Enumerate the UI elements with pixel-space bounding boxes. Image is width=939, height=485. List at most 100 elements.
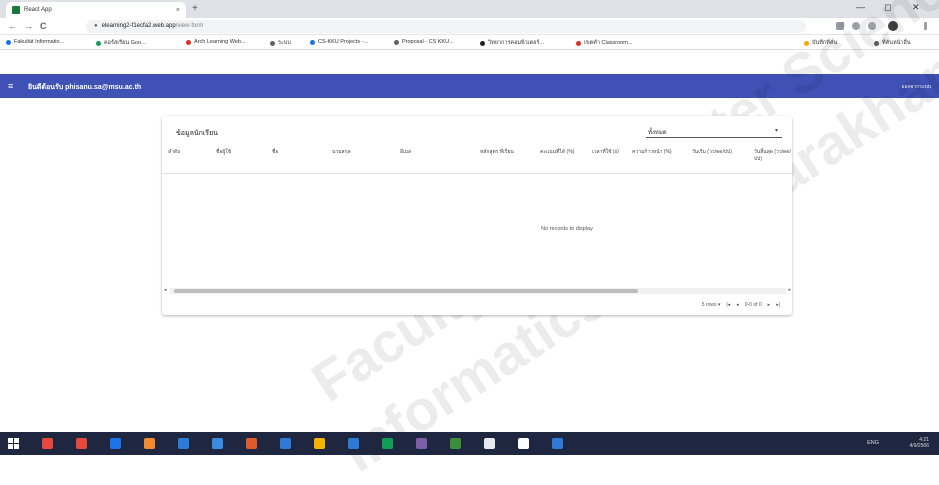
browser-tab[interactable]: React App × [6,2,186,18]
taskbar-app-icon[interactable] [552,438,563,449]
rows-per-page-select[interactable]: 5 rows ▾ [702,302,721,308]
zoom-icon[interactable] [852,22,860,30]
horizontal-scrollbar[interactable]: ◂ ▸ [164,287,791,294]
bookmark-favicon-icon [576,40,581,46]
taskbar-app-icon[interactable] [450,438,461,449]
column-header[interactable]: นามสกุล [332,149,351,156]
clock-date: 4/9/2566 [909,443,929,449]
student-data-card: ข้อมูลนักเรียน ทั้งหมด ▾ ลำดับ ชื่อผู้ใช้… [162,116,792,315]
windows-start-icon[interactable] [8,438,19,449]
bookmark-item[interactable]: วิทยาการคอมพิวเตอร์... [480,39,544,47]
back-button[interactable]: ← [8,21,17,31]
bookmark-favicon-icon [270,40,275,46]
next-page-icon[interactable]: ▸ [768,302,771,308]
logout-button[interactable]: ออกจากระบบ [901,83,931,91]
url-host: elearning2-f1ecfa2.web.app [101,23,176,29]
taskbar-app-icon[interactable] [280,438,291,449]
bookmark-label: ระบบ [278,40,291,46]
menu-icon[interactable]: ≡ [8,81,13,91]
scroll-left-icon[interactable]: ◂ [164,287,167,293]
empty-message: No records to display [541,226,593,232]
bookmark-label: CS-KKU Projects -... [318,39,369,45]
card-title: ข้อมูลนักเรียน [176,130,218,137]
bookmark-item[interactable]: ที่คั่นหน้าอื่น [874,39,911,47]
bookmark-favicon-icon [480,40,485,46]
url-path: /view-form [175,23,204,29]
column-header[interactable]: เวลาที่ใช้ (s) [592,149,619,156]
taskbar-app-icon[interactable] [382,438,393,449]
bookmark-favicon-icon [96,40,101,46]
minimize-button[interactable]: — [856,2,865,12]
window-close-button[interactable]: ✕ [912,2,920,13]
bookmark-label: ที่คั่นหน้าอื่น [882,40,911,46]
bookmark-item[interactable]: Fakultät Informatio... [6,39,64,45]
bookmark-favicon-icon [394,39,399,45]
tab-close-icon[interactable]: × [176,7,180,14]
bookmark-favicon-icon [874,40,879,46]
taskbar-app-icon[interactable] [348,438,359,449]
new-tab-button[interactable]: + [192,3,198,14]
bookmark-label: บันทึกที่คั่น [812,40,838,46]
prev-page-icon[interactable]: ◂ [736,302,739,308]
bookmark-favicon-icon [6,39,11,45]
taskbar-app-icon[interactable] [110,438,121,449]
taskbar-app-icon[interactable] [416,438,427,449]
url-input[interactable]: ● elearning2-f1ecfa2.web.app/view-form [86,20,806,33]
system-clock[interactable]: 4:21 4/9/2566 [910,437,929,449]
translate-icon[interactable] [836,22,844,30]
pagination: 5 rows ▾ |◂ ◂ 0-0 of 0 ▸ ▸| [702,302,780,308]
bookmark-label: Proposal - CS KKU... [402,39,454,45]
course-filter-select[interactable]: ทั้งหมด ▾ [646,124,782,138]
address-bar: ← → C ● elearning2-f1ecfa2.web.app/view-f… [0,18,939,35]
taskbar-app-icon[interactable] [178,438,189,449]
forward-button[interactable]: → [24,21,33,31]
bookmark-item[interactable]: เขตคำ Classroom... [576,39,632,47]
bookmark-star-icon[interactable] [868,22,876,30]
bookmark-item[interactable]: ระบบ [270,39,291,47]
column-header[interactable]: วันเริ่ม (วว/ดด/ปป) [692,149,732,156]
scrollbar-thumb[interactable] [174,289,638,293]
taskbar-app-icon[interactable] [212,438,223,449]
taskbar-app-icon[interactable] [42,438,53,449]
bookmark-label: คอร์สเรียน Goo... [104,40,146,46]
first-page-icon[interactable]: |◂ [726,302,730,308]
taskbar-app-icon[interactable] [484,438,495,449]
bookmark-item[interactable]: Arch Learning Web... [186,39,246,45]
bookmark-item[interactable]: CS-KKU Projects -... [310,39,368,45]
scroll-right-icon[interactable]: ▸ [788,287,791,293]
tab-title: React App [24,7,52,13]
maximize-button[interactable]: ◻ [884,2,891,13]
column-header[interactable]: ความก้าวหน้า (%) [632,149,672,156]
column-header[interactable]: คะแนนที่ได้ (%) [540,149,574,156]
profile-avatar[interactable] [888,21,898,31]
bookmark-label: วิทยาการคอมพิวเตอร์... [488,40,545,46]
column-header[interactable]: ชื่อ [272,149,278,156]
reload-button[interactable]: C [40,21,47,31]
taskbar-app-icon[interactable] [518,438,529,449]
column-header[interactable]: ลำดับ [168,149,180,156]
language-indicator[interactable]: ENG [867,440,879,446]
column-header[interactable]: หลักสูตร ที่เรียน [480,149,514,156]
column-header[interactable]: อีเมล [400,149,411,156]
taskbar-app-icon[interactable] [76,438,87,449]
app-header: ≡ ยินดีต้อนรับ phisanu.sa@msu.ac.th ออกจ… [0,74,939,98]
column-header[interactable]: ชื่อผู้ใช้ [216,149,231,156]
bookmark-item[interactable]: คอร์สเรียน Goo... [96,39,146,47]
taskbar-app-icon[interactable] [144,438,155,449]
welcome-title: ยินดีต้อนรับ phisanu.sa@msu.ac.th [28,84,142,91]
taskbar-app-icon[interactable] [246,438,257,449]
windows-taskbar: ENG 4:21 4/9/2566 [0,432,939,455]
bookmark-item[interactable]: บันทึกที่คั่น [804,39,837,47]
lock-icon: ● [94,23,98,29]
last-page-icon[interactable]: ▸| [776,302,780,308]
bookmark-label: Fakultät Informatio... [14,39,65,45]
kebab-menu-icon[interactable] [924,22,927,30]
bookmark-label: เขตคำ Classroom... [584,40,633,46]
page-range: 0-0 of 0 [744,302,762,308]
bookmark-item[interactable]: Proposal - CS KKU... [394,39,454,45]
taskbar-app-icon[interactable] [314,438,325,449]
bookmark-favicon-icon [186,39,191,45]
column-header[interactable]: วันสิ้นสุด (วว/ดด/ปป) [754,149,792,163]
bookmark-favicon-icon [804,40,809,46]
bookmark-label: Arch Learning Web... [194,39,246,45]
